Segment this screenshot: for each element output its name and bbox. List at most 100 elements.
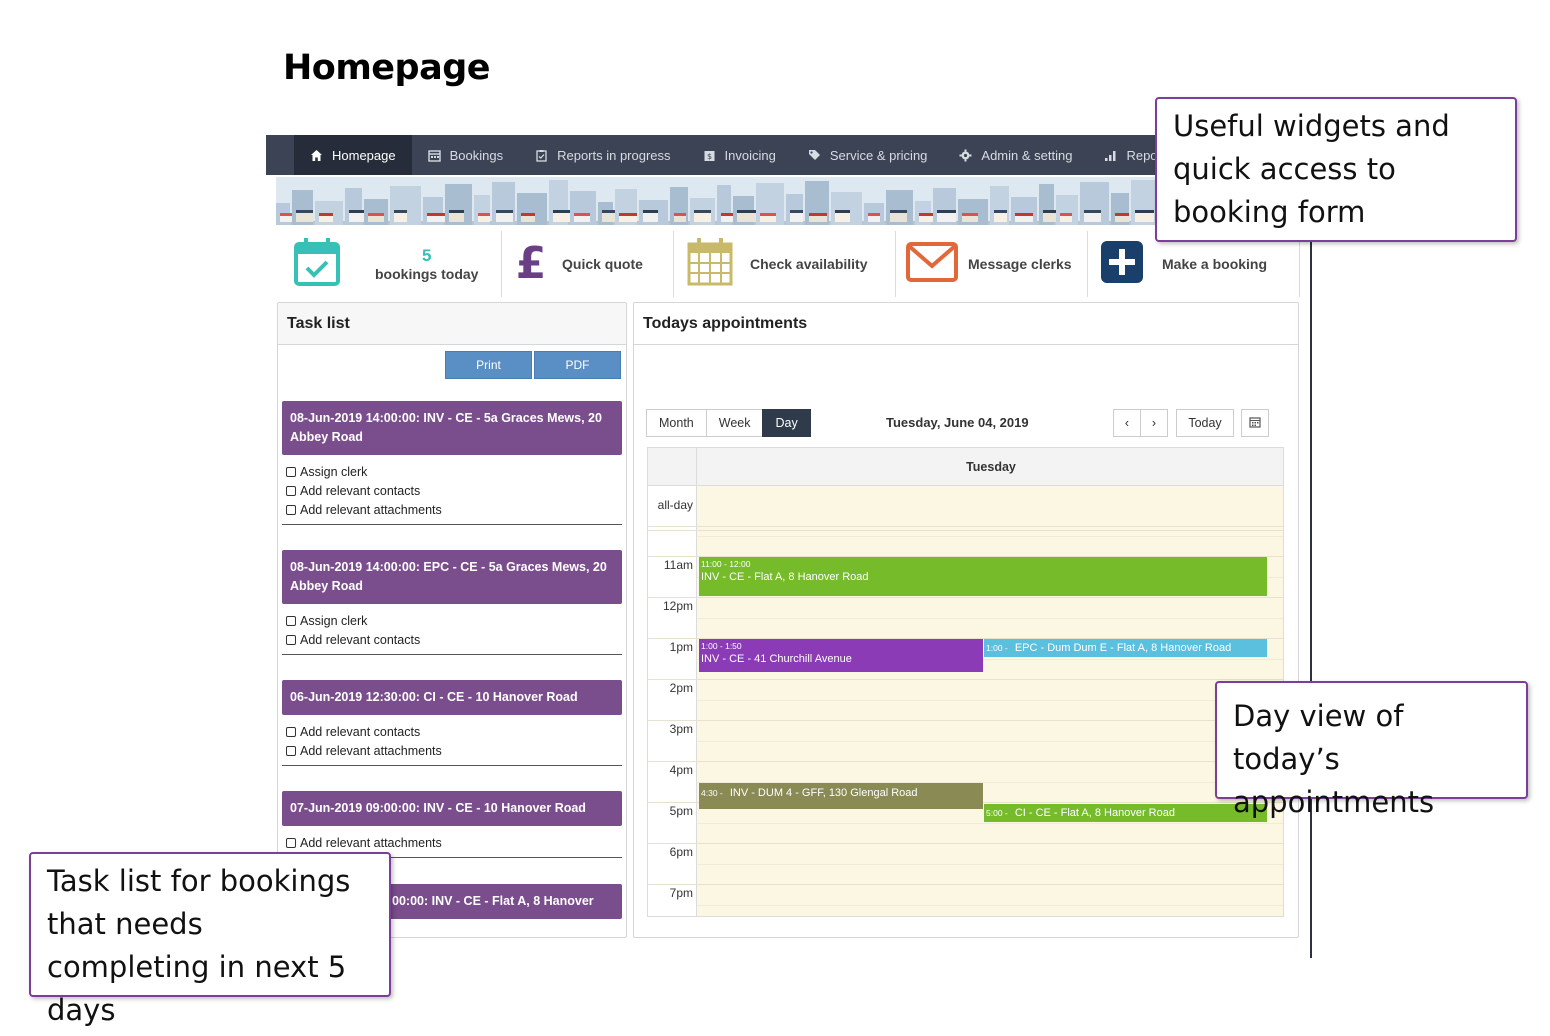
- nav-label: Homepage: [332, 147, 396, 163]
- skyline-house: [478, 213, 490, 222]
- nav-invoicing[interactable]: $ Invoicing: [687, 135, 792, 175]
- quick-quote-label: Quick quote: [562, 256, 643, 272]
- skyline-house: [994, 210, 1007, 222]
- skyline-house: [280, 213, 292, 222]
- day-label: Tuesday: [966, 460, 1016, 474]
- quick-widgets: 5 bookings today £ Quick quote Check ava…: [278, 231, 1300, 297]
- task-checkbox[interactable]: Add relevant attachments: [282, 501, 622, 520]
- print-button[interactable]: Print: [445, 351, 532, 379]
- nav-service-pricing[interactable]: Service & pricing: [792, 135, 944, 175]
- skyline-house: [962, 213, 978, 222]
- skyline-house: [521, 213, 535, 222]
- skyline-house: [835, 210, 850, 222]
- make-booking-label: Make a booking: [1162, 256, 1268, 272]
- event-title: INV - DUM 4 - GFF, 130 Glengal Road: [729, 787, 918, 799]
- task-checkbox[interactable]: Assign clerk: [282, 463, 622, 482]
- task-checkbox[interactable]: Add relevant attachments: [282, 742, 622, 761]
- task-checkbox[interactable]: Add relevant contacts: [282, 631, 622, 650]
- nav-label: Bookings: [449, 147, 504, 163]
- divider: [282, 765, 622, 766]
- task-checkbox[interactable]: Add relevant contacts: [282, 723, 622, 742]
- hour-label: 12pm: [662, 599, 693, 613]
- skyline-house: [319, 213, 333, 222]
- skyline-house: [760, 213, 776, 222]
- skyline-house: [394, 210, 407, 222]
- task-checkbox[interactable]: Assign clerk: [282, 612, 622, 631]
- event-time: 11:00 - 12:00: [701, 559, 751, 569]
- nav-homepage[interactable]: Homepage: [294, 135, 412, 175]
- skyline-house: [737, 210, 756, 222]
- calendar-event[interactable]: 1:00 - 1:50 INV - CE - 41 Churchill Aven…: [699, 639, 983, 672]
- hour-label: 4pm: [669, 763, 693, 777]
- bar-chart-icon: [1104, 149, 1117, 162]
- appointments-panel: Todays appointments Month Week Day Tuesd…: [633, 302, 1299, 938]
- clipboard-icon: [535, 149, 548, 162]
- widget-message-clerks[interactable]: Message clerks: [898, 231, 1088, 297]
- nav-label: Reports in progress: [557, 147, 671, 163]
- calendar-picker-button[interactable]: [1241, 409, 1269, 437]
- callout-day-view: Day view of today’s appointments: [1215, 681, 1528, 819]
- task-checkbox[interactable]: Add relevant attachments: [282, 834, 622, 853]
- nav-label: Repo: [1126, 147, 1158, 163]
- task-item: 07-Jun-2019 09:00:00: INV - CE - 10 Hano…: [282, 791, 622, 853]
- skyline-house: [1135, 210, 1154, 222]
- skyline-house: [790, 210, 803, 222]
- tab-day[interactable]: Day: [762, 409, 811, 437]
- skyline-house: [868, 213, 880, 222]
- task-title[interactable]: 08-Jun-2019 14:00:00: EPC - CE - 5a Grac…: [282, 550, 622, 604]
- calendar-event[interactable]: 5:00 - CI - CE - Flat A, 8 Hanover Road: [984, 804, 1267, 822]
- task-title[interactable]: 07-Jun-2019 09:00:00: INV - CE - 10 Hano…: [282, 791, 622, 826]
- calendar-event[interactable]: 1:00 - EPC - Dum Dum E - Flat A, 8 Hanov…: [984, 639, 1267, 657]
- nav-reports[interactable]: Reports in progress: [519, 135, 686, 175]
- bookings-label: bookings today: [375, 266, 479, 282]
- nav-label: Service & pricing: [829, 147, 928, 163]
- tab-week[interactable]: Week: [705, 409, 764, 437]
- invoice-icon: $: [703, 149, 716, 162]
- callout-widgets: Useful widgets and quick access to booki…: [1155, 97, 1517, 242]
- next-button[interactable]: ›: [1140, 409, 1168, 437]
- nav-admin-setting[interactable]: Admin & setting: [943, 135, 1088, 175]
- callout-task-list: Task list for bookings that needs comple…: [29, 852, 391, 1027]
- task-title[interactable]: 08-Jun-2019 14:00:00: INV - CE - 5a Grac…: [282, 401, 622, 455]
- event-title: INV - CE - Flat A, 8 Hanover Road: [701, 571, 869, 583]
- app-window: Homepage Bookings Reports in progress $ …: [266, 135, 1312, 958]
- prev-button[interactable]: ‹: [1113, 409, 1141, 437]
- calendar-icon: [427, 149, 441, 162]
- day-column[interactable]: [697, 486, 1283, 916]
- event-title: EPC - Dum Dum E - Flat A, 8 Hanover Road: [1014, 642, 1232, 654]
- slide-title: Homepage: [283, 48, 491, 88]
- calendar-grid-icon: [686, 236, 734, 293]
- calendar-icon: [1249, 416, 1261, 431]
- tab-month[interactable]: Month: [646, 409, 707, 437]
- task-list-title: Task list: [278, 303, 626, 345]
- task-checkbox[interactable]: Add relevant contacts: [282, 482, 622, 501]
- calendar-check-icon: [293, 236, 341, 293]
- pdf-button[interactable]: PDF: [534, 351, 621, 379]
- hour-label: 11am: [663, 558, 693, 572]
- today-button[interactable]: Today: [1176, 409, 1234, 437]
- calendar-event[interactable]: 4:30 - INV - DUM 4 - GFF, 130 Glengal Ro…: [699, 783, 983, 809]
- widget-check-availability[interactable]: Check availability: [676, 231, 896, 297]
- task-title[interactable]: 06-Jun-2019 12:30:00: CI - CE - 10 Hanov…: [282, 680, 622, 715]
- appointments-title: Todays appointments: [634, 303, 1298, 345]
- calendar-event[interactable]: 11:00 - 12:00 INV - CE - Flat A, 8 Hanov…: [699, 557, 1267, 596]
- tag-icon: [808, 149, 821, 162]
- skyline-house: [368, 213, 384, 222]
- skyline-house: [890, 210, 907, 222]
- day-view-grid: Tuesday all-day 11am 12pm 1pm 2pm 3pm 4p…: [647, 447, 1284, 917]
- hour-label: 2pm: [669, 681, 693, 695]
- event-time: 1:00 -: [986, 643, 1008, 653]
- event-time: 1:00 - 1:50: [701, 641, 742, 651]
- nav-label: Admin & setting: [981, 147, 1073, 163]
- skyline-house: [1015, 213, 1033, 222]
- event-title: CI - CE - Flat A, 8 Hanover Road: [1014, 807, 1175, 819]
- widget-quick-quote[interactable]: £ Quick quote: [504, 231, 674, 297]
- nav-bookings[interactable]: Bookings: [412, 135, 519, 175]
- skyline-house: [1115, 213, 1129, 222]
- bookings-count: 5: [421, 246, 432, 265]
- hour-label: 3pm: [669, 722, 693, 736]
- widget-bookings-today[interactable]: 5 bookings today: [278, 231, 502, 297]
- nav-label: Invoicing: [724, 147, 776, 163]
- skyline-house: [619, 213, 637, 222]
- svg-text:£: £: [516, 240, 547, 284]
